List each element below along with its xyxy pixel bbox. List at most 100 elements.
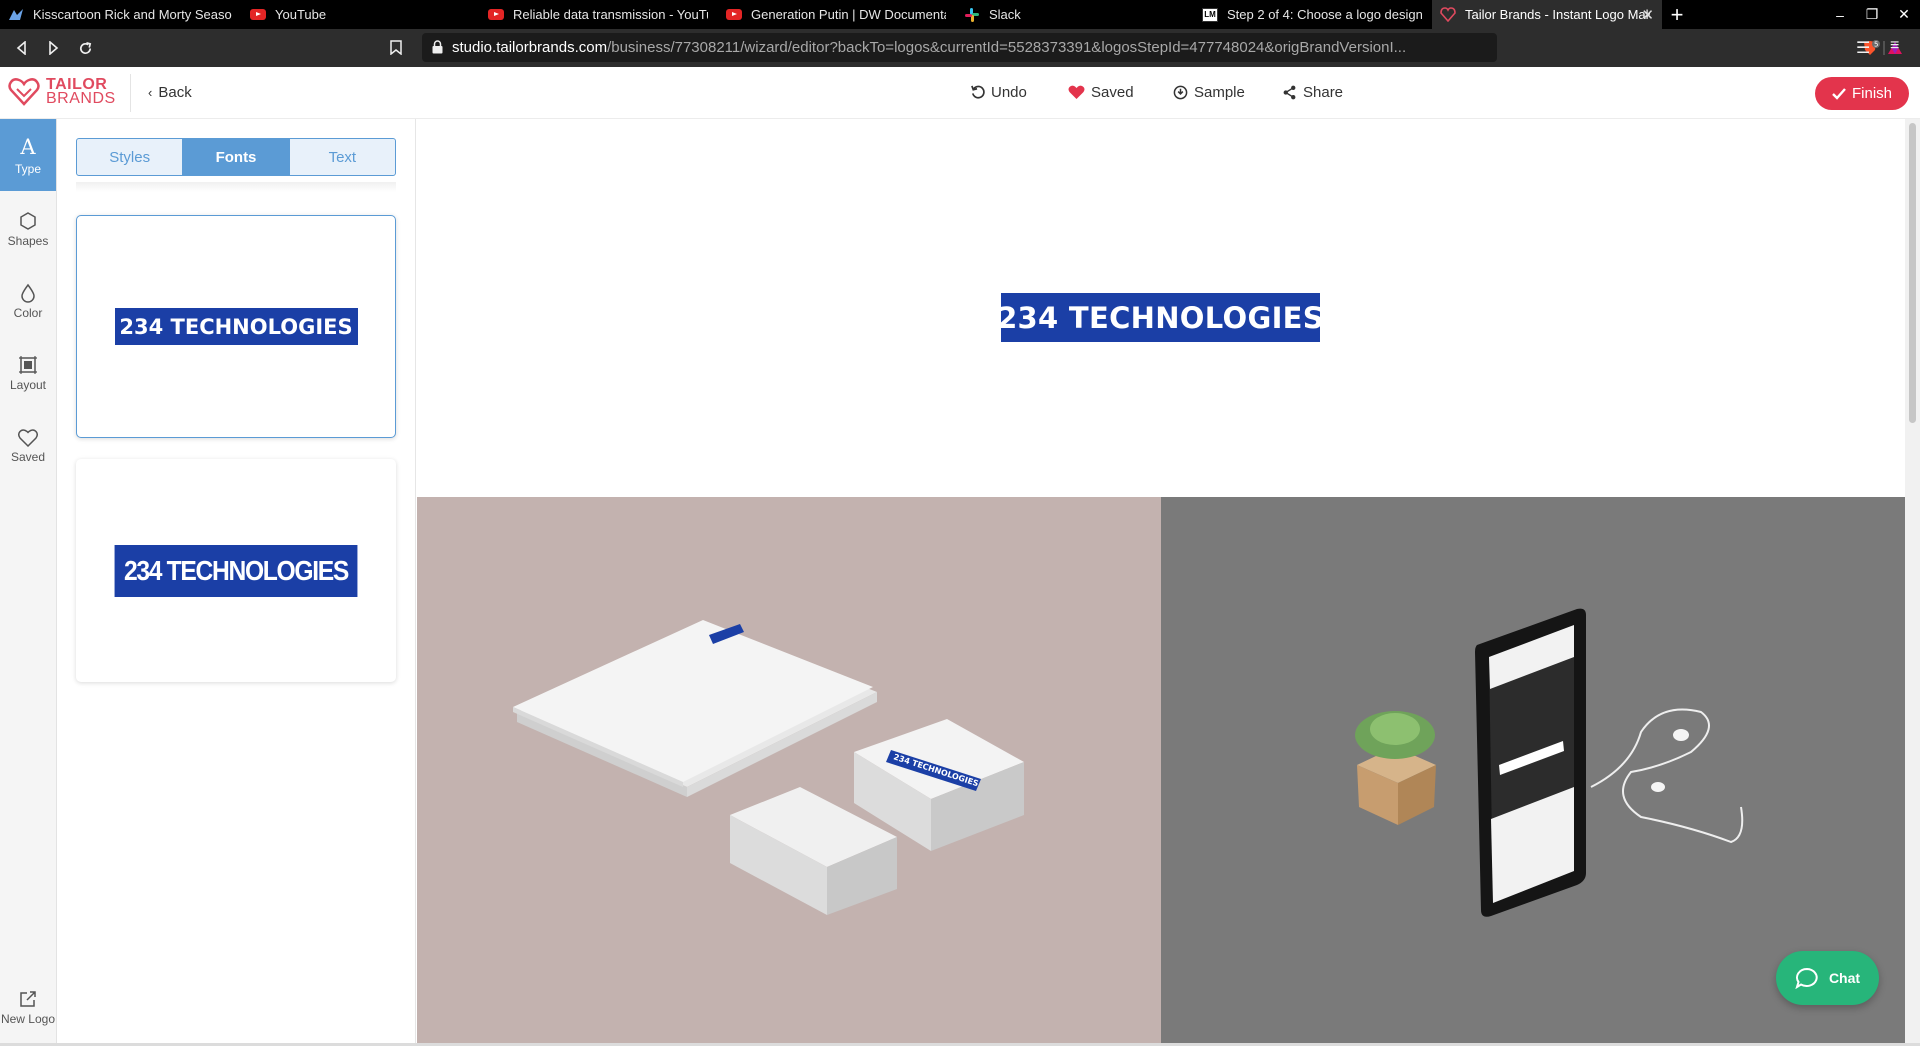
rail-item-shapes[interactable]: Shapes (0, 191, 56, 263)
heart-icon (1068, 85, 1085, 99)
new-tab-button[interactable]: + (1662, 0, 1692, 29)
earphones (1590, 708, 1744, 844)
sample-button[interactable]: Sample (1173, 84, 1245, 101)
tailor-brands-logo[interactable]: TAILOR BRANDS (8, 77, 116, 107)
logo-site-icon: LM (1202, 7, 1218, 23)
heart-logo-icon (8, 78, 40, 106)
rail-item-new-logo[interactable]: New Logo (0, 969, 56, 1041)
finish-label: Finish (1851, 85, 1892, 102)
reload-icon[interactable] (75, 38, 95, 58)
minimize-icon[interactable]: – (1824, 0, 1856, 29)
browser-tab[interactable]: Slack (956, 0, 1194, 29)
check-icon (1832, 87, 1846, 100)
saved-button[interactable]: Saved (1068, 84, 1134, 101)
rail-item-layout[interactable]: Layout (0, 335, 56, 407)
rail-label: Layout (9, 377, 47, 392)
rail-label: New Logo (0, 1011, 56, 1026)
finish-button[interactable]: Finish (1815, 77, 1909, 110)
browser-tab-bar: Kisscartoon Rick and Morty Season 4 YouT… (0, 0, 1920, 29)
tab-title: Step 2 of 4: Choose a logo design | L (1227, 7, 1422, 22)
restore-icon[interactable]: ❐ (1856, 0, 1888, 29)
slack-icon (964, 7, 980, 23)
share-button[interactable]: Share (1282, 84, 1343, 101)
font-option-logo: 234 TECHNOLOGIES (114, 308, 358, 345)
undo-icon (971, 85, 985, 99)
bookmark-icon[interactable] (390, 40, 402, 60)
rail-label: Color (13, 305, 43, 320)
browser-tab[interactable]: Kisscartoon Rick and Morty Season 4 (0, 0, 242, 29)
heart-outline-icon (18, 423, 38, 447)
back-arrow-icon[interactable] (12, 38, 32, 58)
rail-label: Type (14, 161, 41, 176)
browser-tab[interactable]: Generation Putin | DW Documentary (718, 0, 956, 29)
youtube-icon (250, 7, 266, 23)
font-option-card[interactable]: 234 TECHNOLOGIES (76, 459, 396, 682)
kisscartoon-icon (8, 7, 24, 23)
chat-bubble-icon (1795, 967, 1818, 989)
font-option-logo: 234 TECHNOLOGIES (114, 544, 358, 597)
browser-tab[interactable]: LM Step 2 of 4: Choose a logo design | L (1194, 0, 1432, 29)
rail-label: Saved (10, 449, 46, 464)
undo-button[interactable]: Undo (970, 84, 1027, 101)
shapes-icon (18, 207, 38, 231)
letterhead-stack (513, 620, 877, 797)
rail-item-type[interactable]: A Type (0, 119, 56, 191)
tab-fonts[interactable]: Fonts (182, 139, 289, 175)
undo-label: Undo (991, 84, 1027, 101)
share-label: Share (1303, 84, 1344, 101)
address-bar[interactable]: studio.tailorbrands.com/business/7730821… (422, 33, 1902, 62)
stationery-mockup-image: 234 TECHNOLOGIES (513, 620, 1024, 915)
rail-item-color[interactable]: Color (0, 263, 56, 335)
layout-icon (18, 351, 38, 375)
youtube-icon (726, 7, 742, 23)
browser-tab[interactable]: Reliable data transmission - YouTube (480, 0, 718, 29)
panel-tabs: Styles Fonts Text (76, 138, 396, 176)
tailor-brands-icon (1440, 7, 1456, 23)
close-window-icon[interactable]: ✕ (1888, 0, 1920, 29)
rail-label: Shapes (7, 233, 49, 248)
smartphone (1475, 608, 1586, 917)
url-text: studio.tailorbrands.com/business/7730821… (452, 39, 1412, 56)
share-icon (1283, 85, 1296, 100)
close-tab-icon[interactable]: ✕ (1641, 6, 1654, 24)
tab-title: Tailor Brands - Instant Logo Maker (1465, 7, 1650, 22)
youtube-icon (488, 7, 504, 23)
stationery-mockup: 234 TECHNOLOGIES (417, 497, 1161, 1046)
saved-label: Saved (1091, 84, 1134, 101)
browser-tab[interactable]: YouTube (242, 0, 480, 29)
app-header: TAILOR BRANDS ‹ Back Undo Saved Sample S… (0, 67, 1920, 119)
new-logo-icon (18, 985, 38, 1009)
chat-label: Chat (1828, 970, 1861, 986)
tab-title: Kisscartoon Rick and Morty Season 4 (33, 7, 232, 22)
type-icon: A (20, 134, 36, 159)
header-divider (130, 74, 131, 112)
url-path: /business/77308211/wizard/editor?backTo=… (607, 39, 1407, 56)
browser-nav-bar: studio.tailorbrands.com/business/7730821… (0, 29, 1920, 67)
panel-divider (76, 182, 396, 192)
reading-list-icon[interactable]: ☰ (1856, 38, 1870, 58)
browser-tab-active[interactable]: Tailor Brands - Instant Logo Maker ✕ (1432, 0, 1662, 29)
preview-scrollbar[interactable] (1905, 119, 1920, 1046)
tab-styles[interactable]: Styles (77, 139, 182, 175)
plant-pot (1355, 711, 1436, 825)
tab-title: YouTube (275, 7, 327, 22)
fonts-panel: Styles Fonts Text 234 TECHNOLOGIES 234 T… (57, 119, 416, 1046)
drop-icon (20, 279, 36, 303)
tab-text[interactable]: Text (288, 139, 395, 175)
font-option-card[interactable]: 234 TECHNOLOGIES (76, 215, 396, 438)
scrollbar-thumb[interactable] (1909, 123, 1916, 423)
editor-tool-rail: A Type Shapes Color Layout Saved New Log… (0, 119, 57, 1046)
menu-icon[interactable]: ≡ (1890, 37, 1899, 55)
forward-arrow-icon[interactable] (43, 38, 63, 58)
rail-item-saved[interactable]: Saved (0, 407, 56, 479)
window-controls: – ❐ ✕ (1824, 0, 1920, 29)
lock-icon (432, 40, 443, 54)
logo-line-2: BRANDS (46, 90, 116, 107)
back-label: Back (158, 84, 192, 101)
sample-icon (1173, 85, 1188, 100)
tab-title: Reliable data transmission - YouTube (513, 7, 708, 22)
chevron-left-icon: ‹ (148, 85, 153, 100)
brave-badge-count: 5 (1874, 41, 1878, 49)
back-button[interactable]: ‹ Back (148, 84, 192, 101)
chat-button[interactable]: Chat (1776, 951, 1879, 1005)
